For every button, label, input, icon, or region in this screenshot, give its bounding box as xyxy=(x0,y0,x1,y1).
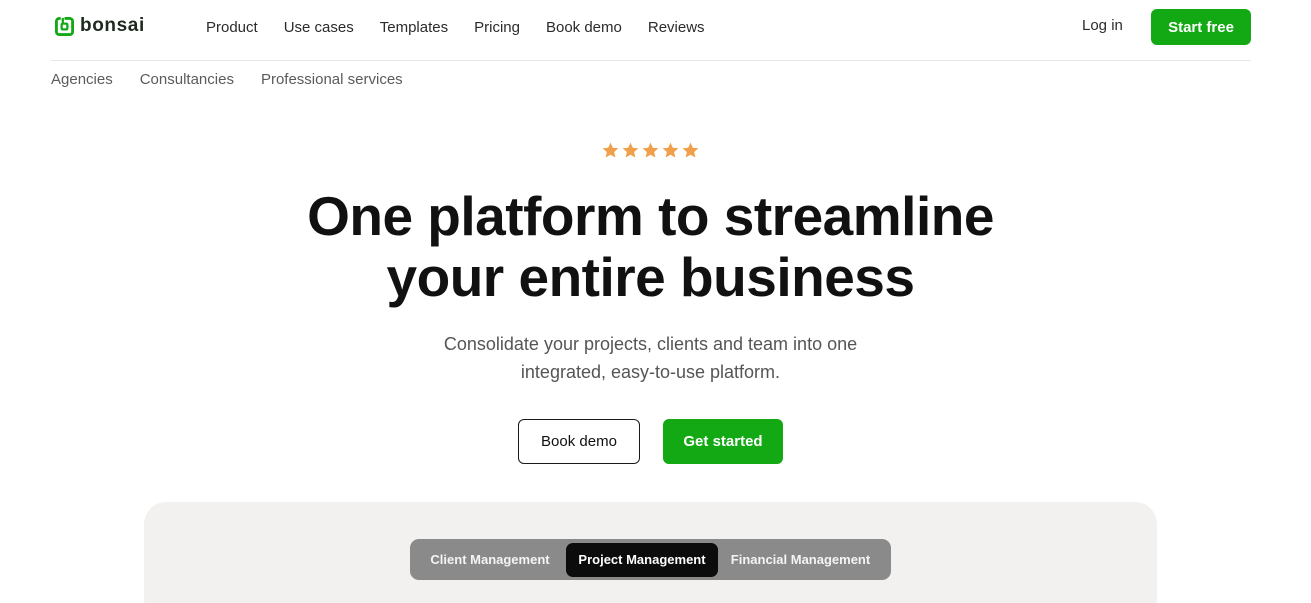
nav-pricing[interactable]: Pricing xyxy=(461,18,533,38)
start-free-button[interactable]: Start free xyxy=(1151,9,1251,45)
hero-headline: One platform to streamline your entire b… xyxy=(0,186,1301,308)
tab-project-management[interactable]: Project Management xyxy=(566,542,718,577)
nav-book-demo[interactable]: Book demo xyxy=(533,18,635,38)
star-rating xyxy=(0,141,1301,160)
hero-subtext: Consolidate your projects, clients and t… xyxy=(0,330,1301,386)
nav-product[interactable]: Product xyxy=(206,18,271,38)
star-icon xyxy=(662,142,679,158)
page: bonsai Product Use cases Templates Prici… xyxy=(0,0,1311,603)
star-icon xyxy=(602,142,619,158)
subnav-professional-services[interactable]: Professional services xyxy=(261,70,403,90)
star-icon xyxy=(622,142,639,158)
hero-headline-line-1: One platform to streamline xyxy=(307,185,994,247)
star-icon xyxy=(682,142,699,158)
sub-nav: Agencies Consultancies Professional serv… xyxy=(51,70,430,90)
bonsai-logo[interactable]: bonsai xyxy=(55,15,145,37)
hero-subtext-line-2: integrated, easy-to-use platform. xyxy=(520,362,781,382)
nav-reviews[interactable]: Reviews xyxy=(635,18,718,38)
nav-use-cases[interactable]: Use cases xyxy=(271,18,367,38)
top-header: bonsai Product Use cases Templates Prici… xyxy=(51,0,1251,61)
preview-tabs: Client Management Project Management Fin… xyxy=(410,539,891,580)
tab-financial-management[interactable]: Financial Management xyxy=(718,543,883,577)
tab-client-management[interactable]: Client Management xyxy=(414,543,566,577)
bonsai-logo-icon xyxy=(55,16,74,36)
subnav-consultancies[interactable]: Consultancies xyxy=(140,70,234,90)
brand-name: bonsai xyxy=(80,15,145,36)
book-demo-button[interactable]: Book demo xyxy=(518,419,640,464)
hero-subtext-line-1: Consolidate your projects, clients and t… xyxy=(443,334,858,354)
nav-templates[interactable]: Templates xyxy=(367,18,461,38)
hero-headline-line-2: your entire business xyxy=(386,246,915,308)
get-started-button[interactable]: Get started xyxy=(663,419,783,464)
subnav-agencies[interactable]: Agencies xyxy=(51,70,113,90)
star-icon xyxy=(642,142,659,158)
main-nav: Product Use cases Templates Pricing Book… xyxy=(206,18,718,38)
login-link[interactable]: Log in xyxy=(1082,16,1123,36)
